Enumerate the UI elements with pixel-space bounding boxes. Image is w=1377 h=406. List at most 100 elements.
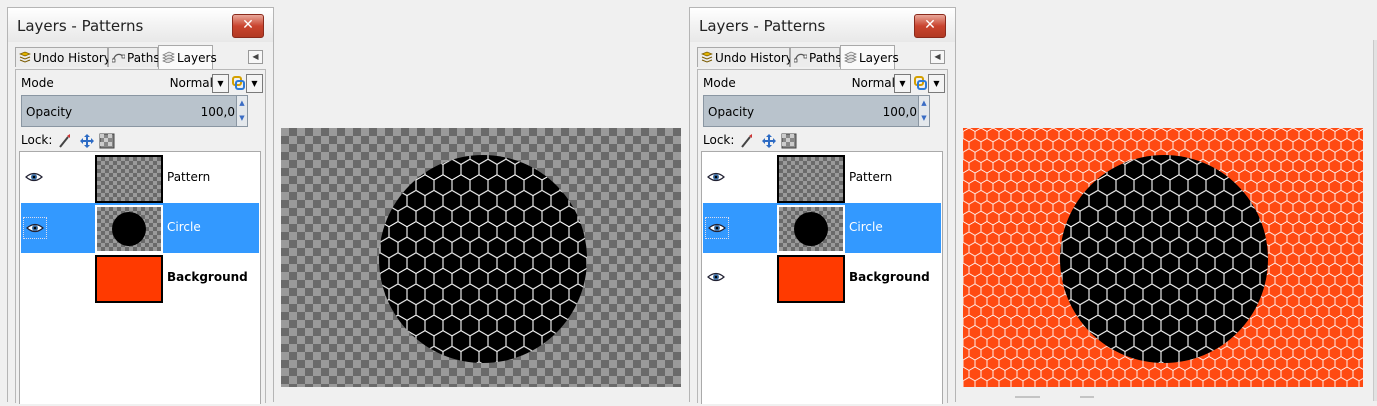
layers-panel: Mode Normal ▼ ▼ Opacity 100,0 ▲▼ Lock: [15,69,266,404]
eye-icon[interactable] [705,267,727,287]
opacity-field[interactable]: Opacity 100,0 ▲ ▼ [703,95,930,127]
hexagon-pattern [379,155,587,363]
eye-icon[interactable] [23,167,45,187]
layer-name[interactable]: Circle [849,220,883,234]
tab-paths[interactable]: Paths [790,47,842,69]
lock-pixels-icon[interactable] [741,134,752,148]
image-canvas-transparent[interactable] [281,128,681,387]
lock-alpha-icon[interactable] [781,133,797,149]
eye-icon[interactable] [705,217,729,239]
layers-list: Pattern Circle Background [19,151,261,404]
mode-label: Mode [21,76,54,90]
tab-layers[interactable]: Layers [840,45,899,71]
mode-menu-button[interactable]: ▼ [246,74,263,93]
mode-row: Mode Normal ▼ ▼ [21,72,263,94]
opacity-spinner[interactable]: ▲ ▼ [236,96,247,126]
mode-row: Mode Normal ▼ ▼ [703,72,945,94]
layer-row-circle[interactable]: Circle [21,203,259,253]
mode-dropdown-button[interactable]: ▼ [212,74,229,93]
paths-icon [111,49,126,69]
tab-label: Layers [177,51,217,65]
spin-down-icon[interactable]: ▼ [919,111,929,126]
triangle-left-icon: ◀ [934,52,941,61]
lock-position-icon[interactable] [80,134,94,148]
mode-chain-icon[interactable] [230,74,246,91]
layer-row-circle[interactable]: Circle [703,203,941,253]
window-edge [1373,40,1377,401]
layers-dock-right: Layers - Patterns ✕ Undo History Paths L… [689,7,956,404]
chevron-down-icon: ▼ [217,79,224,88]
lock-alpha-icon[interactable] [99,133,115,149]
opacity-value[interactable]: 100,0 [201,105,235,119]
layer-thumbnail [95,155,163,203]
layer-name[interactable]: Pattern [849,170,892,184]
image-canvas-orange[interactable] [963,128,1363,387]
layer-thumbnail [777,205,845,253]
close-icon: ✕ [242,17,254,33]
tab-menu-button[interactable]: ◀ [248,50,263,64]
triangle-left-icon: ◀ [252,52,259,61]
dock-tabs: Undo History Paths Layers ◀ [697,45,948,69]
chevron-down-icon: ▼ [251,79,258,88]
mode-select[interactable]: Normal [852,76,895,90]
eye-icon[interactable] [23,217,47,239]
layer-name[interactable]: Background [167,270,248,284]
layer-thumbnail [777,155,845,203]
mode-menu-button[interactable]: ▼ [928,74,945,93]
tab-undo-history[interactable]: Undo History [697,47,793,69]
spin-up-icon[interactable]: ▲ [237,96,247,111]
tab-label: Undo History [715,51,793,65]
spin-down-icon[interactable]: ▼ [237,111,247,126]
dock-titlebar[interactable]: Layers - Patterns ✕ [690,8,955,42]
tab-undo-history[interactable]: Undo History [15,47,111,67]
layer-name[interactable]: Pattern [167,170,210,184]
opacity-value[interactable]: 100,0 [883,105,917,119]
close-icon: ✕ [924,17,936,33]
layer-name[interactable]: Circle [167,220,201,234]
layer-row-pattern[interactable]: Pattern [21,153,259,203]
chevron-down-icon: ▼ [899,79,906,88]
layers-dock-left: Layers - Patterns ✕ Undo History Paths L… [7,7,274,404]
dock-title: Layers - Patterns [699,17,826,35]
mode-dropdown-button[interactable]: ▼ [894,74,911,93]
tab-label: Layers [859,51,899,65]
lock-position-icon[interactable] [762,134,776,148]
dock-title: Layers - Patterns [17,17,144,35]
lock-icons [59,132,119,150]
opacity-field[interactable]: Opacity 100,0 ▲ ▼ [21,95,248,127]
mode-label: Mode [703,76,736,90]
lock-pixels-icon[interactable] [59,134,70,148]
pattern-circle-image [379,155,587,363]
lock-label: Lock: [21,133,53,147]
opacity-label: Opacity [708,105,755,119]
layer-name[interactable]: Background [849,270,930,284]
tab-paths[interactable]: Paths [108,47,160,69]
paths-icon [793,49,808,69]
lock-label: Lock: [703,133,735,147]
tab-menu-button[interactable]: ◀ [930,50,945,64]
opacity-spinner[interactable]: ▲ ▼ [918,96,929,126]
chevron-down-icon: ▼ [933,79,940,88]
dock-titlebar[interactable]: Layers - Patterns ✕ [8,8,273,42]
mode-chain-icon[interactable] [912,74,928,91]
pattern-circle-image [963,128,1363,387]
layer-row-background[interactable]: Background [703,253,941,303]
layer-thumbnail [95,255,163,303]
layers-icon [844,47,857,71]
undo-history-icon [701,49,713,69]
tab-layers[interactable]: Layers [158,45,217,71]
close-button[interactable]: ✕ [232,14,264,38]
layer-row-pattern[interactable]: Pattern [703,153,941,203]
tab-label: Paths [809,51,842,65]
spin-up-icon[interactable]: ▲ [919,96,929,111]
tab-label: Paths [127,51,160,65]
layers-icon [162,47,175,71]
eye-toggle-hidden[interactable] [23,267,45,287]
tab-label: Undo History [33,51,111,65]
layer-row-background[interactable]: Background [21,253,259,303]
eye-icon[interactable] [705,167,727,187]
close-button[interactable]: ✕ [914,14,946,38]
mode-select[interactable]: Normal [170,76,213,90]
layer-thumbnail [777,255,845,303]
opacity-label: Opacity [26,105,73,119]
